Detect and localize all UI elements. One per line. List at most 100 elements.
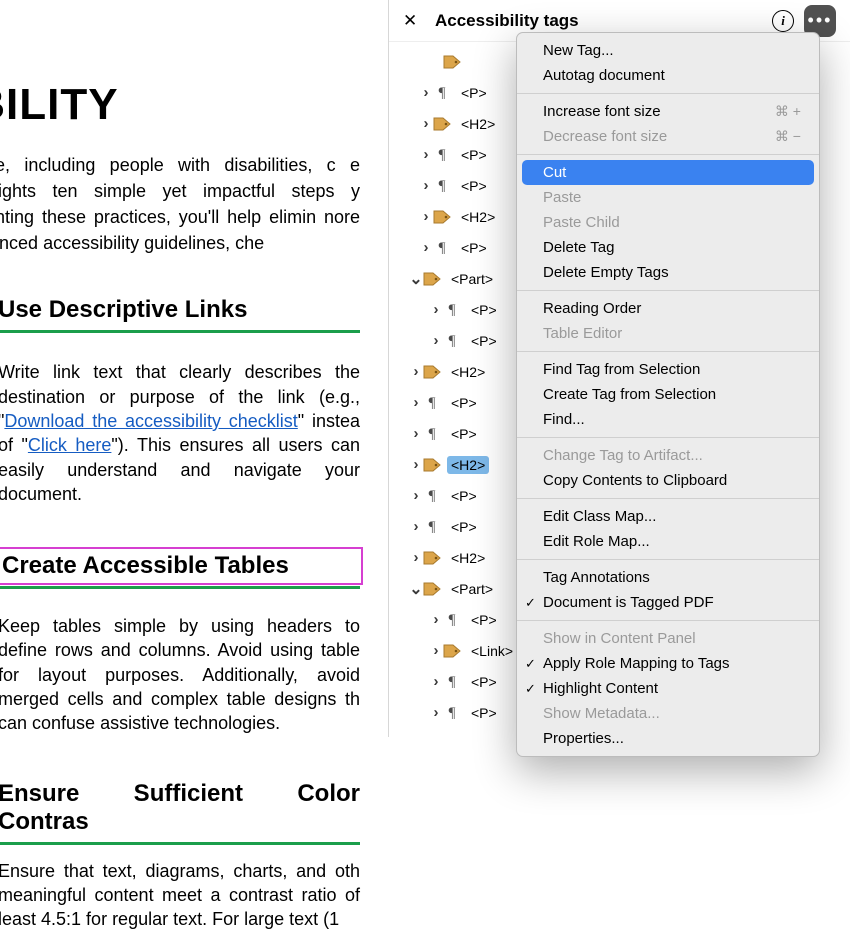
menu-item-apply-role-mapping-to-tags[interactable]: ✓Apply Role Mapping to Tags bbox=[517, 651, 819, 676]
chevron-down-icon[interactable]: ⌄ bbox=[409, 579, 423, 599]
step-8: 8 Ensure Sufficient Color Contras Ensure… bbox=[0, 780, 360, 932]
tree-row[interactable]: ⌄ <Part> bbox=[389, 573, 524, 604]
menu-item-label: Delete Empty Tags bbox=[543, 264, 669, 281]
tree-row[interactable]: ⌄ <Part> bbox=[389, 263, 524, 294]
tag-label[interactable]: <H2> bbox=[447, 456, 489, 474]
tree-row[interactable]: ›¶<P> bbox=[389, 387, 524, 418]
tag-label[interactable]: <P> bbox=[457, 239, 491, 257]
tag-label[interactable]: <H2> bbox=[447, 363, 489, 381]
menu-item-increase-font-size[interactable]: Increase font size⌘ + bbox=[517, 99, 819, 124]
menu-item-autotag-document[interactable]: Autotag document bbox=[517, 63, 819, 88]
menu-item-find-tag-from-selection[interactable]: Find Tag from Selection bbox=[517, 357, 819, 382]
tag-label[interactable]: <H2> bbox=[457, 208, 499, 226]
paragraph-icon: ¶ bbox=[443, 302, 461, 318]
tree-row[interactable]: ›<H2> bbox=[389, 728, 524, 737]
tag-label[interactable]: <P> bbox=[467, 673, 501, 691]
chevron-right-icon[interactable]: › bbox=[409, 456, 423, 473]
menu-item-delete-tag[interactable]: Delete Tag bbox=[517, 235, 819, 260]
chevron-right-icon[interactable]: › bbox=[429, 704, 443, 721]
tree-row[interactable]: ›¶<P> bbox=[389, 480, 524, 511]
tree-row[interactable]: ›¶<P> bbox=[389, 77, 524, 108]
tree-row[interactable]: › <H2> bbox=[389, 201, 524, 232]
tag-label[interactable]: <P> bbox=[447, 425, 481, 443]
chevron-right-icon[interactable]: › bbox=[429, 642, 443, 659]
chevron-right-icon[interactable]: › bbox=[409, 518, 423, 535]
chevron-right-icon[interactable]: › bbox=[409, 363, 423, 380]
menu-separator bbox=[517, 351, 819, 352]
menu-item-copy-contents-to-clipboard[interactable]: Copy Contents to Clipboard bbox=[517, 468, 819, 493]
menu-item-highlight-content[interactable]: ✓Highlight Content bbox=[517, 676, 819, 701]
menu-item-cut[interactable]: Cut bbox=[522, 160, 814, 185]
tree-row[interactable]: › <H2> bbox=[389, 108, 524, 139]
menu-item-reading-order[interactable]: Reading Order bbox=[517, 296, 819, 321]
chevron-right-icon[interactable]: › bbox=[429, 611, 443, 628]
tag-label[interactable]: <P> bbox=[447, 487, 481, 505]
menu-item-document-is-tagged-pdf[interactable]: ✓Document is Tagged PDF bbox=[517, 590, 819, 615]
tree-row[interactable]: › <H2> bbox=[389, 449, 524, 480]
tree-row[interactable]: ›¶<P> bbox=[389, 666, 524, 697]
menu-item-label: Paste Child bbox=[543, 214, 620, 231]
menu-item-label: Delete Tag bbox=[543, 239, 614, 256]
tag-label[interactable]: <Part> bbox=[447, 270, 497, 288]
tag-label[interactable]: <P> bbox=[447, 518, 481, 536]
chevron-right-icon[interactable]: › bbox=[419, 115, 433, 132]
chevron-right-icon[interactable]: › bbox=[419, 84, 433, 101]
chevron-right-icon[interactable]: › bbox=[409, 487, 423, 504]
doc-title: IBILITY bbox=[0, 80, 360, 130]
context-menu[interactable]: New Tag...Autotag document Increase font … bbox=[516, 32, 820, 757]
menu-item-find[interactable]: Find... bbox=[517, 407, 819, 432]
tree-row[interactable] bbox=[389, 46, 524, 77]
close-icon[interactable]: ✕ bbox=[403, 11, 421, 31]
chevron-right-icon[interactable]: › bbox=[429, 332, 443, 349]
doc-link-clickhere[interactable]: Click here bbox=[28, 435, 112, 455]
tree-row[interactable]: ›¶<P> bbox=[389, 604, 524, 635]
chevron-down-icon[interactable]: ⌄ bbox=[409, 269, 423, 289]
tree-row[interactable]: ›¶<P> bbox=[389, 697, 524, 728]
menu-item-tag-annotations[interactable]: Tag Annotations bbox=[517, 565, 819, 590]
menu-item-create-tag-from-selection[interactable]: Create Tag from Selection bbox=[517, 382, 819, 407]
tag-label[interactable]: <P> bbox=[467, 332, 501, 350]
tag-label[interactable]: <P> bbox=[457, 177, 491, 195]
tag-label[interactable]: <H2> bbox=[457, 115, 499, 133]
chevron-right-icon[interactable]: › bbox=[429, 673, 443, 690]
chevron-right-icon[interactable]: › bbox=[409, 394, 423, 411]
doc-link-checklist[interactable]: Download the accessibility checklist bbox=[4, 411, 297, 431]
chevron-right-icon[interactable]: › bbox=[409, 425, 423, 442]
tag-label[interactable]: <P> bbox=[467, 611, 501, 629]
tag-label[interactable]: <Part> bbox=[447, 580, 497, 598]
tag-label[interactable]: <Link> bbox=[467, 642, 517, 660]
menu-item-edit-role-map[interactable]: Edit Role Map... bbox=[517, 529, 819, 554]
menu-item-edit-class-map[interactable]: Edit Class Map... bbox=[517, 504, 819, 529]
tag-label[interactable] bbox=[467, 61, 475, 63]
tag-label[interactable]: <P> bbox=[457, 84, 491, 102]
tree-row[interactable]: ›¶<P> bbox=[389, 511, 524, 542]
chevron-right-icon[interactable]: › bbox=[429, 301, 443, 318]
tag-label[interactable]: <P> bbox=[467, 704, 501, 722]
menu-item-new-tag[interactable]: New Tag... bbox=[517, 38, 819, 63]
tree-row[interactable]: › <Link> bbox=[389, 635, 524, 666]
tag-tree[interactable]: ›¶<P>›<H2>›¶<P>›¶<P>›<H2>›¶<P>⌄<Part>›¶<… bbox=[389, 42, 524, 737]
chevron-right-icon[interactable]: › bbox=[419, 146, 433, 163]
tag-label[interactable]: <H2> bbox=[447, 549, 489, 567]
tag-icon bbox=[433, 209, 451, 225]
tag-label[interactable]: <P> bbox=[467, 301, 501, 319]
document-preview: IBILITY ryone, including people with dis… bbox=[0, 0, 360, 737]
chevron-right-icon[interactable]: › bbox=[419, 177, 433, 194]
menu-item-delete-empty-tags[interactable]: Delete Empty Tags bbox=[517, 260, 819, 285]
tree-row[interactable]: ›¶<P> bbox=[389, 232, 524, 263]
tree-row[interactable]: › <H2> bbox=[389, 356, 524, 387]
chevron-right-icon[interactable]: › bbox=[419, 239, 433, 256]
chevron-right-icon[interactable]: › bbox=[419, 208, 433, 225]
menu-item-label: Highlight Content bbox=[543, 680, 658, 697]
tag-label[interactable]: <P> bbox=[447, 394, 481, 412]
tree-row[interactable]: › <H2> bbox=[389, 542, 524, 573]
info-icon[interactable]: i bbox=[772, 10, 794, 32]
tag-label[interactable]: <P> bbox=[457, 146, 491, 164]
menu-item-properties[interactable]: Properties... bbox=[517, 726, 819, 751]
tree-row[interactable]: ›¶ <P> bbox=[389, 294, 524, 325]
tree-row[interactable]: ›¶<P> bbox=[389, 418, 524, 449]
tree-row[interactable]: ›¶<P> bbox=[389, 325, 524, 356]
tree-row[interactable]: ›¶<P> bbox=[389, 139, 524, 170]
chevron-right-icon[interactable]: › bbox=[409, 549, 423, 566]
tree-row[interactable]: ›¶<P> bbox=[389, 170, 524, 201]
